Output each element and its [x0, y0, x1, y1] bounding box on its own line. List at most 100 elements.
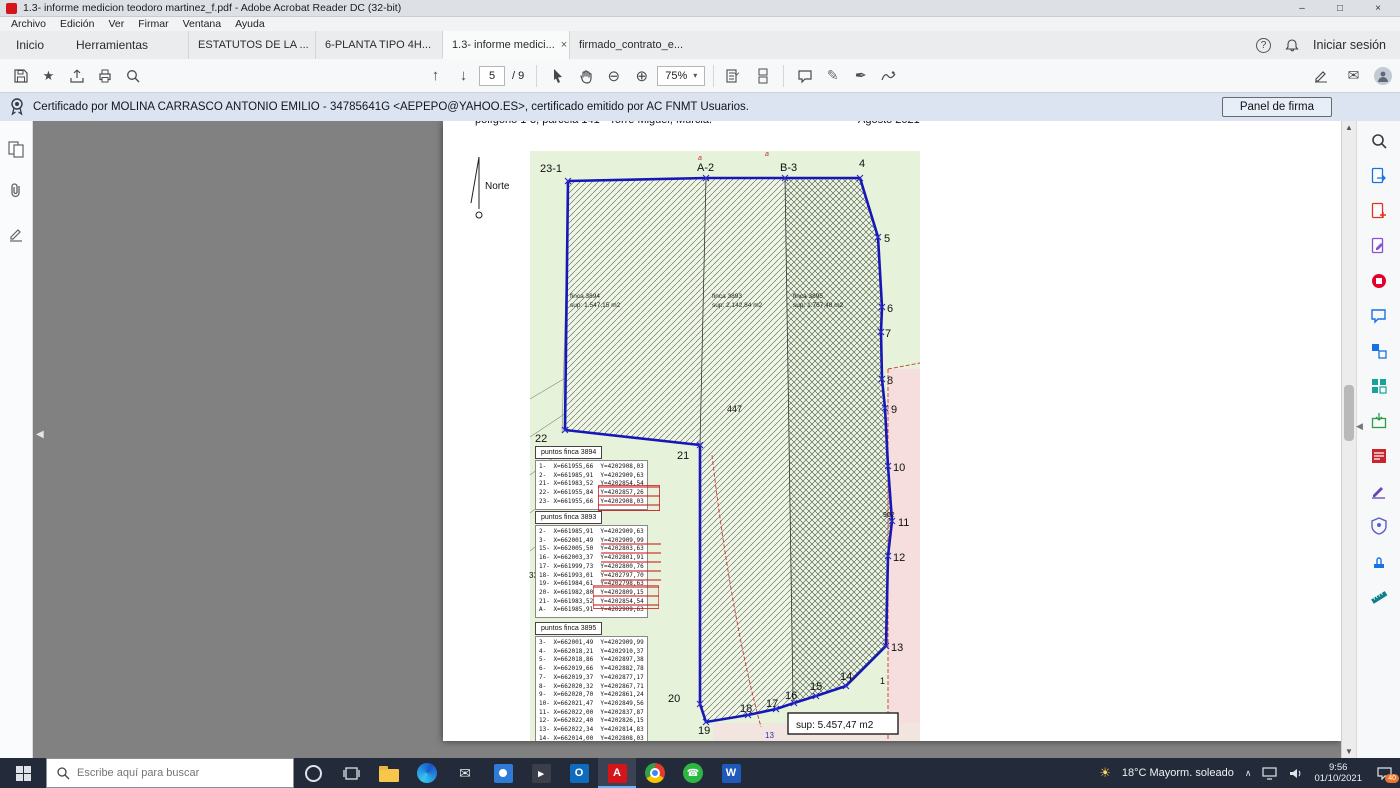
coords-table-finca-3895: puntos finca 3895 3- X=662001,49 Y=42029… — [535, 619, 648, 741]
table-body: 3- X=662001,49 Y=4202909,99 4- X=662018,… — [535, 636, 648, 741]
hidden-icons-chevron[interactable]: ∧ — [1245, 768, 1252, 779]
hand-tool-icon[interactable] — [573, 63, 598, 88]
share-upload-icon[interactable] — [64, 63, 89, 88]
menu-firmar[interactable]: Firmar — [131, 18, 175, 30]
scan-icon[interactable] — [1367, 269, 1391, 293]
display-tray-icon[interactable] — [1262, 767, 1277, 780]
page-up-icon[interactable]: ↑ — [423, 63, 448, 88]
volume-tray-icon[interactable] — [1288, 767, 1303, 780]
svg-text:19: 19 — [698, 725, 710, 737]
attachments-paperclip-icon[interactable] — [4, 179, 28, 203]
minimize-button[interactable]: – — [1286, 3, 1318, 14]
sign-pen-icon[interactable]: ✒ — [848, 63, 873, 88]
redact-icon[interactable] — [1367, 444, 1391, 468]
svg-text:finca 3894: finca 3894 — [570, 293, 600, 300]
send-mail-icon[interactable]: ✉ — [1341, 63, 1366, 88]
menu-ver[interactable]: Ver — [101, 18, 131, 30]
fill-sign-tool-icon[interactable] — [1367, 479, 1391, 503]
vertical-scrollbar[interactable]: ▲ ▼ — [1341, 121, 1356, 758]
edit-pdf-icon[interactable] — [1367, 234, 1391, 258]
organize-pages-icon[interactable] — [1367, 374, 1391, 398]
cortana-button[interactable] — [294, 758, 332, 788]
collapse-left-panel-icon[interactable]: ◀ — [36, 429, 44, 440]
zoom-in-icon[interactable]: ⊕ — [629, 63, 654, 88]
teams-button[interactable] — [484, 758, 522, 788]
sign-in-link[interactable]: Iniciar sesión — [1313, 38, 1386, 52]
scroll-up-icon[interactable]: ▲ — [1342, 123, 1356, 132]
acrobat-button-active[interactable]: A — [598, 758, 636, 788]
scrollbar-thumb[interactable] — [1344, 385, 1354, 441]
taskbar-search-input[interactable] — [77, 767, 284, 779]
tab-inicio[interactable]: Inicio — [0, 31, 60, 59]
whatsapp-button[interactable]: ☎ — [674, 758, 712, 788]
chevron-down-icon: ▾ — [693, 71, 697, 80]
comment-bubble-icon[interactable] — [792, 63, 817, 88]
doc-tab-informe-active[interactable]: 1.3- informe medici...× — [442, 31, 569, 59]
select-cursor-icon[interactable] — [545, 63, 570, 88]
edge-button[interactable] — [408, 758, 446, 788]
action-center-button[interactable]: 40 — [1373, 762, 1395, 784]
document-viewport[interactable]: ◀ polígono 1-3, parcela 141 - Torre Migu… — [33, 121, 1341, 758]
doc-tab-planta[interactable]: 6-PLANTA TIPO 4H... — [315, 31, 442, 59]
scroll-mode-icon[interactable] — [750, 63, 775, 88]
svg-text:sup: 5.457,47 m2: sup: 5.457,47 m2 — [796, 720, 874, 731]
print-icon[interactable] — [92, 63, 117, 88]
close-tab-icon[interactable]: × — [561, 39, 567, 51]
save-icon[interactable] — [8, 63, 33, 88]
search-tools-icon[interactable] — [1367, 129, 1391, 153]
notifications-bell-icon[interactable] — [1285, 38, 1299, 52]
task-view-button[interactable] — [332, 758, 370, 788]
svg-text:A-2: A-2 — [697, 162, 714, 174]
doc-tab-estatutos[interactable]: ESTATUTOS DE LA ... — [188, 31, 315, 59]
zoom-out-icon[interactable]: ⊖ — [601, 63, 626, 88]
close-button[interactable]: × — [1362, 3, 1394, 14]
tab-herramientas[interactable]: Herramientas — [60, 31, 164, 59]
favorites-star-icon[interactable]: ★ — [36, 63, 61, 88]
comment-tool-icon[interactable] — [1367, 304, 1391, 328]
create-pdf-icon[interactable] — [1367, 199, 1391, 223]
chrome-button[interactable] — [636, 758, 674, 788]
draw-signature-icon[interactable] — [876, 63, 901, 88]
page-down-icon[interactable]: ↓ — [451, 63, 476, 88]
scroll-down-icon[interactable]: ▼ — [1342, 747, 1356, 756]
svg-text:8: 8 — [887, 375, 893, 387]
search-icon[interactable] — [120, 63, 145, 88]
combine-files-icon[interactable] — [1367, 339, 1391, 363]
measure-tool-icon[interactable] — [1367, 584, 1391, 608]
page-number-input[interactable]: 5 — [479, 66, 505, 86]
weather-label[interactable]: 18°C Mayorm. soleado — [1122, 767, 1234, 779]
page-fit-dropdown-icon[interactable] — [722, 63, 747, 88]
protect-pdf-icon[interactable] — [1367, 514, 1391, 538]
word-button[interactable]: W — [712, 758, 750, 788]
highlighter-icon[interactable]: ✎ — [820, 63, 845, 88]
signature-panel-button[interactable]: Panel de firma — [1222, 97, 1332, 117]
zoom-level-dropdown[interactable]: 75%▾ — [657, 66, 705, 86]
page-thumbnails-icon[interactable] — [4, 137, 28, 161]
fill-sign-pen-icon[interactable] — [1308, 63, 1333, 88]
menu-ayuda[interactable]: Ayuda — [228, 18, 272, 30]
start-button[interactable] — [0, 758, 46, 788]
help-icon[interactable]: ? — [1256, 38, 1271, 53]
expand-tools-panel-icon[interactable]: ◀ — [1356, 421, 1363, 432]
stamp-tool-icon[interactable] — [1367, 549, 1391, 573]
doc-tab-contrato[interactable]: firmado_contrato_e... — [569, 31, 696, 59]
svg-text:a: a — [765, 151, 769, 158]
menu-edicion[interactable]: Edición — [53, 18, 101, 30]
export-pdf-icon[interactable] — [1367, 164, 1391, 188]
menu-archivo[interactable]: Archivo — [4, 18, 53, 30]
maximize-button[interactable]: □ — [1324, 3, 1356, 14]
taskbar-search[interactable] — [46, 758, 294, 788]
media-player-button[interactable]: ▸ — [522, 758, 560, 788]
cortana-icon — [305, 765, 322, 782]
compress-pdf-icon[interactable] — [1367, 409, 1391, 433]
account-avatar[interactable] — [1374, 67, 1392, 85]
table-title: puntos finca 3893 — [535, 511, 602, 524]
notification-count-badge: 40 — [1385, 774, 1399, 783]
menu-ventana[interactable]: Ventana — [176, 18, 229, 30]
outlook-button[interactable]: O — [560, 758, 598, 788]
blue-13-label: 13 — [765, 731, 774, 740]
mail-button[interactable]: ✉ — [446, 758, 484, 788]
signatures-pen-icon[interactable] — [4, 221, 28, 245]
file-explorer-button[interactable] — [370, 758, 408, 788]
taskbar-clock[interactable]: 9:56 01/10/2021 — [1314, 762, 1362, 784]
